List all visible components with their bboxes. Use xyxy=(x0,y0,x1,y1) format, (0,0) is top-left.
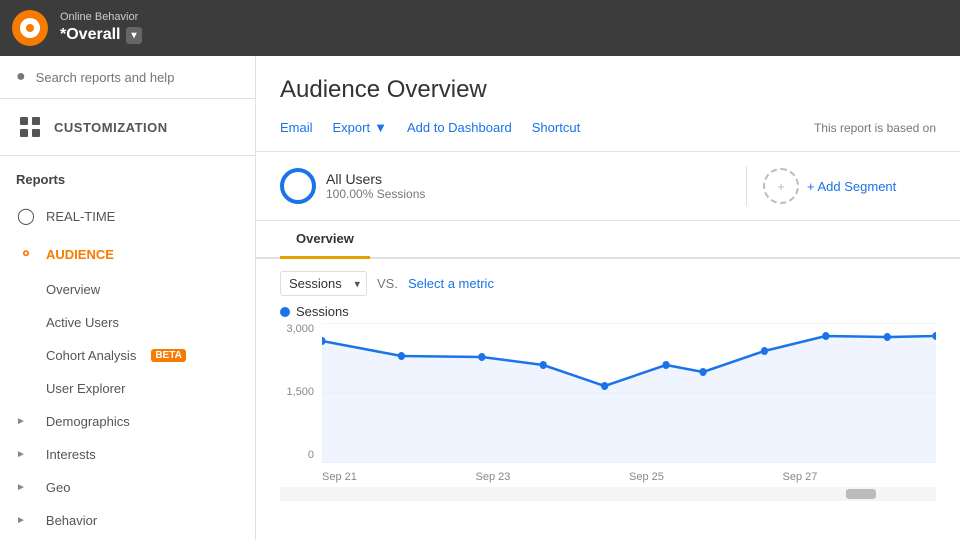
add-segment-icon: + xyxy=(763,168,799,204)
reports-section: Reports xyxy=(0,156,255,197)
clock-icon: ◯ xyxy=(16,206,36,226)
segment-circle xyxy=(280,168,316,204)
select-metric-link[interactable]: Select a metric xyxy=(408,276,494,291)
segment-detail: 100.00% Sessions xyxy=(326,187,425,201)
add-segment-label: + Add Segment xyxy=(807,179,896,194)
sessions-dot xyxy=(280,307,290,317)
add-segment-button[interactable]: + + Add Segment xyxy=(763,168,896,204)
interests-label: Interests xyxy=(36,447,96,462)
search-input[interactable] xyxy=(36,70,239,85)
geo-arrow-icon: ► xyxy=(16,482,26,493)
sidebar-item-audience[interactable]: ⚬ AUDIENCE xyxy=(0,235,255,273)
segment-divider xyxy=(746,166,747,206)
beta-badge: BETA xyxy=(151,349,185,362)
chart-area: Sessions 3,000 1,500 0 xyxy=(256,304,960,501)
y-labels: 3,000 1,500 0 xyxy=(280,323,320,463)
realtime-label: REAL-TIME xyxy=(46,209,115,224)
demographics-arrow-icon: ► xyxy=(16,416,26,427)
segment-name: All Users xyxy=(326,171,425,187)
email-button[interactable]: Email xyxy=(280,116,323,139)
search-bar[interactable]: ● xyxy=(0,56,255,99)
page-title: Audience Overview xyxy=(280,76,936,104)
scrollbar-thumb[interactable] xyxy=(846,489,876,499)
sidebar-item-behavior[interactable]: ► Behavior xyxy=(0,504,255,537)
x-label-sep23: Sep 23 xyxy=(476,471,511,483)
chart-svg xyxy=(322,323,936,463)
y-label-0: 0 xyxy=(280,449,320,461)
segment-item[interactable]: All Users 100.00% Sessions xyxy=(280,168,730,204)
person-icon: ⚬ xyxy=(16,244,36,264)
sidebar-item-active-users[interactable]: Active Users xyxy=(0,306,255,339)
behavior-label: Behavior xyxy=(36,513,97,528)
chart-scrollbar[interactable] xyxy=(280,487,936,501)
report-note: This report is based on xyxy=(814,121,936,135)
interests-arrow-icon: ► xyxy=(16,449,26,460)
vs-label: VS. xyxy=(377,276,398,291)
audience-label: AUDIENCE xyxy=(46,247,114,262)
logo-dot xyxy=(26,24,34,32)
export-button[interactable]: Export ▼ xyxy=(333,116,397,139)
x-label-sep25: Sep 25 xyxy=(629,471,664,483)
demographics-label: Demographics xyxy=(36,414,130,429)
sidebar-item-realtime[interactable]: ◯ REAL-TIME xyxy=(0,197,255,235)
app-logo xyxy=(12,10,48,46)
sidebar-item-user-explorer[interactable]: User Explorer xyxy=(0,372,255,405)
account-type: Online Behavior xyxy=(60,10,142,24)
chart-wrap: 3,000 1,500 0 xyxy=(280,323,936,483)
topbar: Online Behavior *Overall ▾ xyxy=(0,0,960,56)
x-labels: Sep 21 Sep 23 Sep 25 Sep 27 xyxy=(322,471,936,483)
sidebar-item-demographics[interactable]: ► Demographics xyxy=(0,405,255,438)
sidebar: ● CUSTOMIZATION Reports ◯ REAL-TIME ⚬ AU… xyxy=(0,56,256,540)
segment-info: All Users 100.00% Sessions xyxy=(326,171,425,201)
toolbar: Email Export ▼ Add to Dashboard Shortcut… xyxy=(280,116,936,139)
chart-controls: Sessions VS. Select a metric xyxy=(256,259,960,304)
customization-icon xyxy=(16,113,44,141)
account-info: Online Behavior *Overall ▾ xyxy=(60,10,142,45)
y-label-3000: 3,000 xyxy=(280,323,320,335)
x-label-sep21: Sep 21 xyxy=(322,471,357,483)
y-label-1500: 1,500 xyxy=(280,386,320,398)
x-label-sep27: Sep 27 xyxy=(783,471,818,483)
sidebar-item-cohort[interactable]: Cohort Analysis BETA xyxy=(0,339,255,372)
customization-item[interactable]: CUSTOMIZATION xyxy=(0,99,255,156)
overview-label: Overview xyxy=(46,282,100,297)
active-users-label: Active Users xyxy=(46,315,119,330)
sidebar-item-geo[interactable]: ► Geo xyxy=(0,471,255,504)
export-dropdown-icon: ▼ xyxy=(374,120,387,135)
chart-svg-container xyxy=(322,323,936,463)
reports-label: Reports xyxy=(16,166,239,193)
shortcut-button[interactable]: Shortcut xyxy=(532,116,590,139)
page-header: Audience Overview Email Export ▼ Add to … xyxy=(256,56,960,152)
geo-label: Geo xyxy=(36,480,71,495)
main-layout: ● CUSTOMIZATION Reports ◯ REAL-TIME ⚬ AU… xyxy=(0,56,960,540)
tabs-bar: Overview xyxy=(256,221,960,259)
tab-overview[interactable]: Overview xyxy=(280,221,370,259)
metric-select-wrap[interactable]: Sessions xyxy=(280,271,367,296)
logo-inner xyxy=(20,18,40,38)
segment-bar: All Users 100.00% Sessions + + Add Segme… xyxy=(256,152,960,221)
metric-select[interactable]: Sessions xyxy=(280,271,367,296)
content-area: Audience Overview Email Export ▼ Add to … xyxy=(256,56,960,540)
user-explorer-label: User Explorer xyxy=(46,381,125,396)
account-dropdown[interactable]: ▾ xyxy=(126,27,141,44)
sidebar-item-interests[interactable]: ► Interests xyxy=(0,438,255,471)
sidebar-item-overview[interactable]: Overview xyxy=(0,273,255,306)
behavior-arrow-icon: ► xyxy=(16,515,26,526)
cohort-label: Cohort Analysis xyxy=(46,348,136,363)
search-icon: ● xyxy=(16,68,26,86)
sessions-label: Sessions xyxy=(280,304,936,319)
add-dashboard-button[interactable]: Add to Dashboard xyxy=(407,116,522,139)
customization-label: CUSTOMIZATION xyxy=(54,120,168,135)
account-name: *Overall ▾ xyxy=(60,25,142,46)
